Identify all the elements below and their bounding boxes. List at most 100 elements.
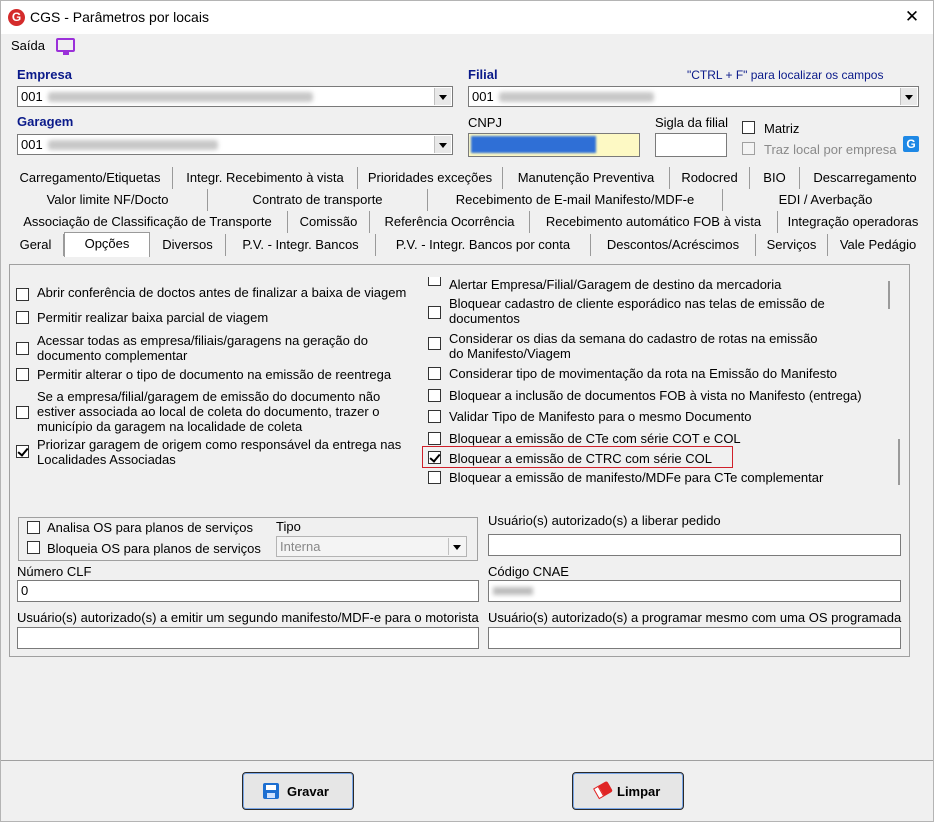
- garagem-name-redacted: [48, 140, 218, 150]
- app-logo-icon: G: [8, 9, 25, 26]
- scrollbar-thumb[interactable]: [898, 439, 900, 485]
- save-icon: [263, 783, 279, 799]
- cnpj-redacted: [471, 136, 596, 153]
- limpar-button[interactable]: Limpar: [572, 772, 684, 810]
- option-checkbox[interactable]: [428, 410, 441, 423]
- opcoes-panel: Abrir conferência de doctos antes de fin…: [9, 264, 910, 657]
- filial-value: 001: [472, 89, 494, 104]
- empresa-value: 001: [21, 89, 43, 104]
- traz-local-checkbox[interactable]: [742, 142, 755, 155]
- option-label: Permitir realizar baixa parcial de viage…: [37, 310, 269, 325]
- option-label: Considerar tipo de movimentação da rota …: [449, 366, 838, 381]
- tab-rodocred[interactable]: Rodocred: [670, 167, 750, 189]
- chevron-down-icon[interactable]: [448, 538, 465, 555]
- close-icon[interactable]: ✕: [898, 6, 926, 28]
- tab-prioridades[interactable]: Prioridades exceções: [358, 167, 503, 189]
- gravar-button[interactable]: Gravar: [242, 772, 354, 810]
- chevron-down-icon[interactable]: [434, 136, 451, 153]
- tab-edi[interactable]: EDI / Averbação: [723, 189, 928, 211]
- window-title: CGS - Parâmetros por locais: [30, 9, 209, 25]
- tab-referencia[interactable]: Referência Ocorrência: [370, 211, 530, 233]
- cnae-redacted: [493, 587, 533, 595]
- option-checkbox[interactable]: [428, 432, 441, 445]
- filial-select[interactable]: 001: [468, 86, 919, 107]
- usuario-segundo-label: Usuário(s) autorizado(s) a emitir um seg…: [17, 610, 479, 625]
- garagem-label: Garagem: [17, 114, 74, 129]
- empresa-name-redacted: [48, 92, 313, 102]
- tipo-label: Tipo: [276, 519, 301, 534]
- usuario-segundo-field[interactable]: [17, 627, 479, 649]
- tab-opcoes[interactable]: Opções: [64, 232, 150, 257]
- option-label: Bloquear a emissão de manifesto/MDFe par…: [449, 470, 824, 485]
- bloqueia-os-checkbox[interactable]: [27, 541, 40, 554]
- tab-descarregamento[interactable]: Descarregamento: [800, 167, 930, 189]
- empresa-select[interactable]: 001: [17, 86, 453, 107]
- tab-vale-pedagio[interactable]: Vale Pedágio: [828, 234, 928, 256]
- separator: [1, 760, 933, 761]
- usuario-liberar-field[interactable]: [488, 534, 901, 556]
- codigo-cnae-label: Código CNAE: [488, 564, 569, 579]
- tab-servicos[interactable]: Serviços: [756, 234, 828, 256]
- tab-valor-limite[interactable]: Valor limite NF/Docto: [8, 189, 208, 211]
- tab-contrato[interactable]: Contrato de transporte: [208, 189, 428, 211]
- tab-descontos[interactable]: Descontos/Acréscimos: [591, 234, 756, 256]
- option-label: Priorizar garagem de origem como respons…: [37, 437, 402, 467]
- cnpj-label: CNPJ: [468, 115, 502, 130]
- option-checkbox[interactable]: [16, 406, 29, 419]
- tab-pv-integr-bancos-conta[interactable]: P.V. - Integr. Bancos por conta: [376, 234, 591, 256]
- sigla-field[interactable]: [655, 133, 727, 157]
- option-label: Bloquear a emissão de CTRC com série COL: [449, 451, 712, 466]
- matriz-label: Matriz: [764, 121, 800, 136]
- tab-pv-integr-bancos[interactable]: P.V. - Integr. Bancos: [226, 234, 376, 256]
- chevron-down-icon[interactable]: [900, 88, 917, 105]
- garagem-select[interactable]: 001: [17, 134, 453, 155]
- filial-name-redacted: [499, 92, 654, 102]
- option-checkbox[interactable]: [428, 337, 441, 350]
- analisa-os-checkbox[interactable]: [27, 521, 40, 534]
- tab-integr-recebimento[interactable]: Integr. Recebimento à vista: [173, 167, 358, 189]
- gravar-label: Gravar: [287, 784, 329, 799]
- sigla-label: Sigla da filial: [655, 115, 728, 130]
- scrollbar-track[interactable]: [888, 281, 890, 309]
- cnpj-field[interactable]: [468, 133, 640, 157]
- option-checkbox[interactable]: [428, 389, 441, 402]
- option-label: Bloquear a inclusão de documentos FOB à …: [449, 388, 862, 403]
- option-checkbox[interactable]: [428, 451, 441, 464]
- chevron-down-icon[interactable]: [434, 88, 451, 105]
- option-checkbox[interactable]: [428, 367, 441, 380]
- option-checkbox[interactable]: [16, 288, 29, 301]
- tab-bio[interactable]: BIO: [750, 167, 800, 189]
- option-checkbox[interactable]: [16, 311, 29, 324]
- tab-manutencao[interactable]: Manutenção Preventiva: [503, 167, 670, 189]
- numero-clf-label: Número CLF: [17, 564, 92, 579]
- numero-clf-field[interactable]: 0: [17, 580, 479, 602]
- tipo-value: Interna: [280, 539, 321, 554]
- codigo-cnae-field[interactable]: [488, 580, 901, 602]
- tipo-select[interactable]: Interna: [276, 536, 467, 557]
- tab-recebimento-fob[interactable]: Recebimento automático FOB à vista: [530, 211, 778, 233]
- option-label: Abrir conferência de doctos antes de fin…: [37, 285, 407, 300]
- tab-associacao[interactable]: Associação de Classificação de Transport…: [8, 211, 288, 233]
- tab-geral[interactable]: Geral: [8, 234, 64, 256]
- tab-diversos[interactable]: Diversos: [150, 234, 226, 256]
- option-checkbox[interactable]: [16, 342, 29, 355]
- option-checkbox[interactable]: [16, 445, 29, 458]
- matriz-checkbox[interactable]: [742, 121, 755, 134]
- saida-label[interactable]: Saída: [11, 38, 45, 53]
- tab-comissao[interactable]: Comissão: [288, 211, 370, 233]
- title-bar: G CGS - Parâmetros por locais ✕: [1, 1, 933, 34]
- tab-integracao[interactable]: Integração operadoras: [778, 211, 928, 233]
- tab-recebimento-email[interactable]: Recebimento de E-mail Manifesto/MDF-e: [428, 189, 723, 211]
- usuario-programar-field[interactable]: [488, 627, 901, 649]
- option-checkbox[interactable]: [16, 368, 29, 381]
- empresa-label: Empresa: [17, 67, 72, 82]
- option-checkbox[interactable]: [428, 277, 441, 286]
- tab-carregamento[interactable]: Carregamento/Etiquetas: [8, 167, 173, 189]
- option-checkbox[interactable]: [428, 471, 441, 484]
- tab-row-1: Carregamento/Etiquetas Integr. Recebimen…: [8, 167, 928, 189]
- option-label: Se a empresa/filial/garagem de emissão d…: [37, 389, 381, 434]
- option-checkbox[interactable]: [428, 306, 441, 319]
- option-label: Alertar Empresa/Filial/Garagem de destin…: [449, 277, 782, 292]
- monitor-icon[interactable]: [56, 38, 75, 55]
- search-hint: "CTRL + F" para localizar os campos: [687, 68, 884, 82]
